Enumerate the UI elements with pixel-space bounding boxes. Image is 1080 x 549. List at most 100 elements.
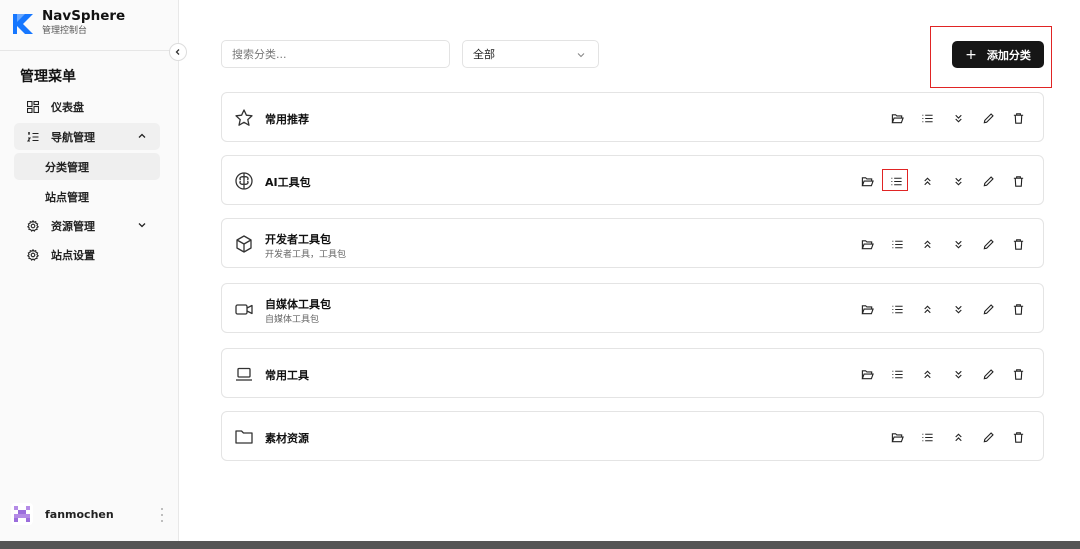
open-folder-button[interactable] [859, 236, 875, 252]
add-category-label: 添加分类 [986, 48, 1031, 62]
sidebar-item-label: 导航管理 [51, 130, 95, 144]
sidebar-item-label: 仪表盘 [51, 100, 84, 114]
delete-button[interactable] [1010, 236, 1026, 252]
edit-button[interactable] [980, 173, 996, 189]
laptop-icon [236, 367, 252, 381]
move-down-button[interactable] [950, 301, 966, 317]
pencil-icon [983, 238, 994, 249]
list-numbered-icon [26, 130, 40, 144]
dashboard-grid-icon [26, 100, 40, 114]
sidebar-item-category-manage[interactable]: 分类管理 [14, 153, 160, 180]
category-description: 开发者工具，工具包 [265, 250, 347, 260]
category-card[interactable]: 开发者工具包 开发者工具，工具包 [221, 218, 1044, 268]
chevrons-up-icon [923, 239, 931, 248]
category-card[interactable]: AI工具包 [221, 155, 1044, 205]
move-down-button[interactable] [950, 236, 966, 252]
manage-sites-button[interactable] [889, 366, 905, 382]
chevrons-up-icon [923, 304, 931, 313]
divider [0, 50, 179, 51]
avatar [11, 503, 33, 525]
move-down-button[interactable] [950, 366, 966, 382]
manage-sites-button[interactable] [919, 110, 935, 126]
delete-button[interactable] [1010, 110, 1026, 126]
edit-button[interactable] [980, 429, 996, 445]
list-icon [891, 305, 903, 313]
edit-button[interactable] [980, 236, 996, 252]
edit-button[interactable] [980, 110, 996, 126]
sidebar: NavSphere 管理控制台 管理菜单 仪表盘 导航管理 分类管理 站点管理 … [0, 0, 179, 541]
move-down-button[interactable] [950, 110, 966, 126]
category-name: 开发者工具包 [265, 233, 331, 246]
edit-button[interactable] [980, 301, 996, 317]
move-down-button[interactable] [950, 173, 966, 189]
move-up-button[interactable] [919, 366, 935, 382]
gear-icon [26, 219, 40, 233]
delete-button[interactable] [1010, 429, 1026, 445]
filter-value: 全部 [473, 48, 495, 61]
menu-title: 管理菜单 [20, 69, 76, 85]
category-card[interactable]: 常用推荐 [221, 92, 1044, 142]
category-filter-select[interactable]: 全部 [462, 40, 599, 68]
sidebar-item-dashboard[interactable]: 仪表盘 [14, 93, 160, 120]
move-up-button[interactable] [919, 236, 935, 252]
sidebar-item-navigation[interactable]: 导航管理 [14, 123, 160, 150]
category-card[interactable]: 常用工具 [221, 348, 1044, 398]
chevrons-down-icon [954, 114, 962, 123]
manage-sites-button[interactable] [919, 429, 935, 445]
open-folder-button[interactable] [859, 173, 875, 189]
open-folder-button[interactable] [859, 301, 875, 317]
folder-open-icon [861, 304, 874, 314]
open-folder-button[interactable] [889, 429, 905, 445]
folder-icon [235, 430, 253, 444]
folder-open-icon [861, 239, 874, 249]
category-name: 常用推荐 [265, 113, 309, 126]
delete-button[interactable] [1010, 173, 1026, 189]
manage-sites-button[interactable] [889, 236, 905, 252]
star-icon [235, 109, 253, 126]
pencil-icon [983, 368, 994, 379]
chevrons-up-icon [923, 176, 931, 185]
edit-button[interactable] [980, 366, 996, 382]
move-up-button[interactable] [919, 173, 935, 189]
sidebar-item-site-settings[interactable]: 站点设置 [14, 241, 160, 268]
sidebar-item-resources[interactable]: 资源管理 [14, 212, 160, 239]
manage-sites-button[interactable] [888, 173, 904, 189]
folder-open-icon [861, 176, 874, 186]
user-name: fanmochen [45, 507, 114, 521]
app-subtitle: 管理控制台 [42, 26, 88, 36]
sidebar-item-label: 分类管理 [45, 160, 89, 174]
search-input[interactable] [221, 40, 450, 68]
brain-icon [235, 172, 253, 190]
folder-open-icon [891, 432, 904, 442]
category-card[interactable]: 自媒体工具包 自媒体工具包 [221, 283, 1044, 333]
sidebar-collapse-button[interactable] [169, 43, 187, 61]
sidebar-item-site-manage[interactable]: 站点管理 [14, 183, 160, 210]
brand[interactable]: NavSphere 管理控制台 [11, 8, 125, 37]
pencil-icon [983, 112, 994, 123]
delete-button[interactable] [1010, 366, 1026, 382]
user-profile[interactable]: fanmochen [11, 503, 114, 525]
plus-icon: + [965, 46, 977, 63]
chevrons-up-icon [923, 369, 931, 378]
chevrons-down-icon [954, 177, 962, 186]
trash-icon [1013, 112, 1023, 124]
pencil-icon [983, 303, 994, 314]
chevrons-down-icon [954, 305, 962, 314]
trash-icon [1013, 175, 1023, 187]
manage-sites-button[interactable] [889, 301, 905, 317]
move-up-button[interactable] [950, 429, 966, 445]
category-card[interactable]: 素材资源 [221, 411, 1044, 461]
trash-icon [1013, 368, 1023, 380]
list-icon [891, 240, 903, 248]
open-folder-button[interactable] [889, 110, 905, 126]
move-up-button[interactable] [919, 301, 935, 317]
open-folder-button[interactable] [859, 366, 875, 382]
cube-icon [236, 235, 252, 253]
sidebar-item-label: 资源管理 [51, 219, 95, 233]
window-bottom-edge [0, 541, 1080, 549]
add-category-button[interactable]: + 添加分类 [952, 41, 1044, 68]
more-vertical-icon[interactable] [160, 508, 164, 522]
category-name: 自媒体工具包 [265, 298, 331, 311]
list-icon [921, 114, 933, 122]
delete-button[interactable] [1010, 301, 1026, 317]
